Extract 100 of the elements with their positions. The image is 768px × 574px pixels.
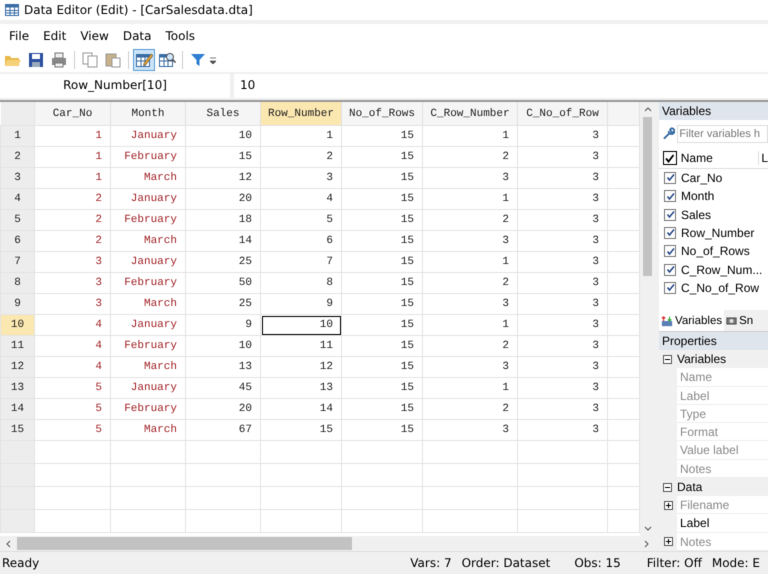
cell-value-field[interactable]: 10 <box>234 74 768 98</box>
table-cell: 3 <box>518 168 608 188</box>
menu-item[interactable]: Edit <box>36 29 74 43</box>
collapse-toggle[interactable] <box>663 354 672 364</box>
row-number[interactable]: 5 <box>0 210 34 230</box>
status-text: Mode: E <box>710 556 761 570</box>
checkbox[interactable] <box>664 226 676 239</box>
row-number[interactable]: 11 <box>0 336 34 356</box>
column-header[interactable]: No_of_Rows <box>342 102 422 126</box>
table-cell: 4 <box>34 314 110 336</box>
panel-tab[interactable]: Sn <box>724 310 756 332</box>
table-cell: 3 <box>518 188 608 210</box>
wrench-icon[interactable] <box>662 127 676 142</box>
table-cell: 5 <box>260 210 342 230</box>
variable-name[interactable]: Month <box>681 189 714 204</box>
table-cell: 1 <box>34 126 110 146</box>
scroll-right-icon[interactable] <box>644 540 649 548</box>
checkbox[interactable] <box>664 264 676 276</box>
status-text: Order: Dataset <box>460 556 552 570</box>
collapse-toggle[interactable] <box>663 482 672 492</box>
table-cell: 3 <box>422 420 518 440</box>
row-number[interactable]: 13 <box>0 378 34 398</box>
variable-name[interactable]: Row_Number <box>681 226 754 240</box>
scrollbar-thumb[interactable] <box>643 117 652 276</box>
row-number[interactable]: 4 <box>0 188 34 210</box>
expand-toggle[interactable] <box>664 500 672 510</box>
row-number[interactable]: 15 <box>0 420 34 440</box>
row-number[interactable]: 10 <box>0 314 34 336</box>
table-cell: 3 <box>422 230 518 252</box>
table-cell: 2 <box>422 336 518 356</box>
scrollbar-thumb[interactable] <box>17 537 352 550</box>
property-label: Notes <box>677 532 768 551</box>
table-cell: 10 <box>186 336 260 356</box>
column-header[interactable]: Sales <box>186 102 260 126</box>
column-header[interactable]: Row_Number <box>260 102 342 126</box>
column-header[interactable]: Name <box>680 151 754 166</box>
table-cell: 25 <box>186 252 260 272</box>
table-cell: March <box>110 230 186 252</box>
table-cell: 1 <box>260 126 342 146</box>
variable-name[interactable]: Sales <box>681 208 712 222</box>
row-number[interactable]: 6 <box>0 230 34 252</box>
checkbox[interactable] <box>664 190 676 202</box>
cell-name-field[interactable]: Row_Number[10] <box>0 74 230 98</box>
column-header[interactable]: L <box>758 151 768 166</box>
table-cell: February <box>110 210 186 230</box>
table-cell: February <box>110 146 186 168</box>
column-header[interactable]: Month <box>110 102 186 126</box>
row-number[interactable]: 2 <box>0 146 34 168</box>
expand-toggle[interactable] <box>664 537 672 546</box>
row-number[interactable]: 8 <box>0 272 34 294</box>
row-number[interactable]: 3 <box>0 168 34 188</box>
row-number[interactable]: 1 <box>0 126 34 146</box>
column-header[interactable]: Car_No <box>34 102 110 126</box>
table-cell: 8 <box>260 272 342 294</box>
table-cell: 5 <box>34 378 110 398</box>
scroll-left-icon[interactable] <box>6 540 11 548</box>
row-number[interactable]: 14 <box>0 398 34 420</box>
table-cell: 3 <box>34 272 110 294</box>
table-cell: 1 <box>422 126 518 146</box>
table-cell: March <box>110 294 186 314</box>
variable-name[interactable]: C_No_of_Row <box>681 280 760 295</box>
property-label: Name <box>677 368 768 387</box>
variable-name[interactable]: C_Row_Num... <box>681 262 762 277</box>
property-label: Format <box>677 423 768 442</box>
panel-title: Variables <box>659 102 768 120</box>
checkbox[interactable] <box>664 172 676 184</box>
scroll-down-icon[interactable] <box>644 526 652 531</box>
table-cell: 1 <box>422 188 518 210</box>
table-cell: 15 <box>342 336 422 356</box>
table-cell: March <box>110 168 186 188</box>
variable-name[interactable]: Car_No <box>681 170 722 185</box>
column-header[interactable]: C_No_of_Row <box>518 102 608 126</box>
menu-item[interactable]: View <box>73 29 116 43</box>
table-cell: January <box>110 252 186 272</box>
table-cell: February <box>110 398 186 420</box>
table-cell: 14 <box>260 398 342 420</box>
panel-tab[interactable]: Variables <box>659 310 724 332</box>
checkbox[interactable] <box>664 282 676 294</box>
filter-field[interactable]: Filter variables h <box>677 125 768 144</box>
column-header[interactable]: C_Row_Number <box>422 102 518 126</box>
property-label: Value label <box>677 441 768 460</box>
table-cell: 20 <box>186 398 260 420</box>
table-pencil-icon[interactable] <box>133 49 155 71</box>
table-cell: 3 <box>518 356 608 378</box>
row-number[interactable]: 12 <box>0 356 34 378</box>
row-number[interactable]: 7 <box>0 252 34 272</box>
checkbox[interactable] <box>664 245 676 258</box>
dropdown-caret-icon[interactable] <box>210 56 216 64</box>
table-cell: 1 <box>34 146 110 168</box>
checkbox[interactable] <box>663 151 677 166</box>
horizontal-scrollbar[interactable] <box>0 536 655 551</box>
menu-item[interactable]: Tools <box>158 29 202 43</box>
menu-item[interactable]: File <box>2 29 36 43</box>
table-cell: 2 <box>34 188 110 210</box>
scroll-up-icon[interactable] <box>644 107 652 112</box>
table-cell: 2 <box>422 272 518 294</box>
row-number[interactable]: 9 <box>0 294 34 314</box>
menu-item[interactable]: Data <box>116 29 158 43</box>
variable-name[interactable]: No_of_Rows <box>681 244 750 258</box>
checkbox[interactable] <box>664 208 676 221</box>
